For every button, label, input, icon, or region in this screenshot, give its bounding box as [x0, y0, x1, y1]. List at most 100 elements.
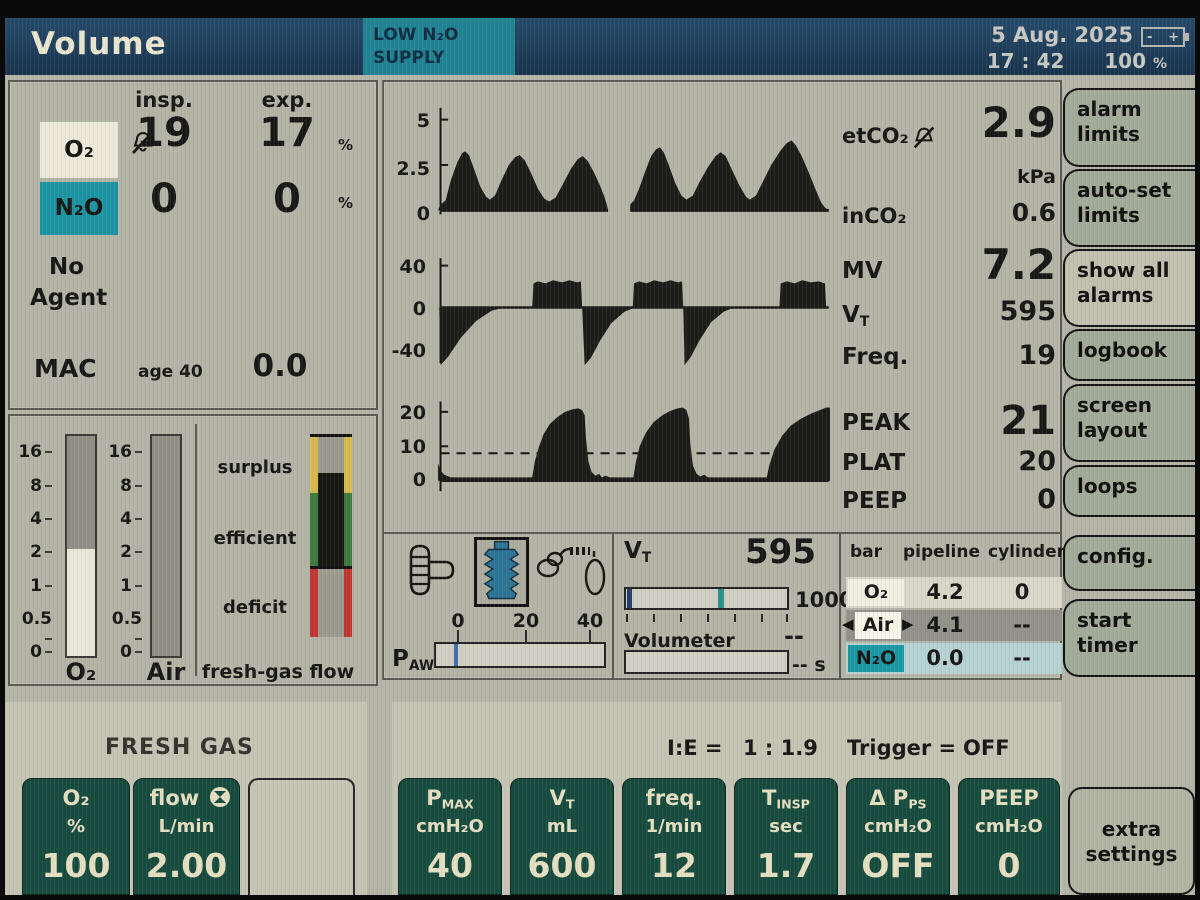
- pmax-button[interactable]: PMAX cmH₂O 40: [398, 778, 502, 895]
- paw-axis-tick: 10: [388, 436, 426, 458]
- alarm-limits-button[interactable]: alarm limits: [1063, 88, 1195, 167]
- tinsp-button[interactable]: TINSP sec 1.7: [734, 778, 838, 895]
- paw-bar-tickmark: [589, 630, 591, 642]
- manual-bag-icon: [400, 542, 462, 600]
- n2o-pipeline-value: 0.0: [910, 643, 980, 674]
- vt-bar-value: 595: [714, 532, 816, 572]
- freq-setting-button[interactable]: freq. 1/min 12: [622, 778, 726, 895]
- n2o-cylinder-value: --: [986, 643, 1058, 674]
- peep-setting-button[interactable]: PEEP cmH₂O 0: [958, 778, 1060, 895]
- air-pipeline-value: 4.1: [910, 610, 980, 641]
- fresh-gas-flow-caption: fresh-gas flow: [200, 661, 356, 683]
- vt-bar-max: 1000: [795, 588, 853, 612]
- freq-setting-label: freq.: [623, 786, 725, 810]
- screen-layout-button[interactable]: screen layout: [1063, 384, 1195, 462]
- fresh-gas-flow-value: 2.00: [134, 846, 239, 885]
- pmax-label: PMAX: [399, 786, 501, 812]
- header-bar: Volume LOW N₂O SUPPLY 5 Aug. 2025 - + 17…: [5, 18, 1195, 75]
- vent-settings-panel: I:E = 1 : 1.9 Trigger = OFF PMAX cmH₂O 4…: [392, 702, 1062, 895]
- mv-value: 7.2: [944, 240, 1056, 289]
- n2o-insp-value: 0: [122, 176, 206, 222]
- tinsp-value: 1.7: [735, 846, 837, 885]
- flow-trace: [439, 280, 826, 365]
- o2-pipeline-value: 4.2: [910, 577, 980, 608]
- n2o-gas-chip: N₂O: [40, 182, 118, 235]
- air-gauge-caption: Air: [142, 658, 190, 686]
- fresh-gas-o2-button[interactable]: O₂ % 100: [22, 778, 130, 895]
- paw-axis-tick: 0: [388, 469, 426, 491]
- pps-unit: cmH₂O: [847, 816, 949, 837]
- fresh-gas-flow-button[interactable]: flow L/min 2.00: [133, 778, 240, 895]
- gas-supply-col-pipeline: pipeline: [903, 542, 980, 562]
- battery-plus: +: [1168, 30, 1179, 45]
- flow-axis-tick: 0: [388, 298, 426, 320]
- vt-scale-tick: [653, 614, 655, 622]
- gas-supply-col-cylinder: cylinder: [988, 542, 1065, 562]
- vt-scale-tick: [734, 614, 736, 622]
- vt-bargraph-min-marker: [627, 589, 632, 608]
- trigger-value: OFF: [963, 736, 1010, 760]
- inco2-label: inCO₂: [842, 204, 907, 228]
- paw-bar-tickmark: [525, 630, 527, 642]
- exp-column-header: exp.: [246, 88, 328, 112]
- o2-gauge-tick: 0: [12, 642, 52, 662]
- surplus-zone-label: surplus: [202, 457, 308, 478]
- o2-gauge-tick: 1: [12, 576, 52, 596]
- vt-setting-button[interactable]: VT mL 600: [510, 778, 614, 895]
- air-gauge-tick: 8: [102, 476, 142, 496]
- mv-label: MV: [842, 258, 883, 284]
- paw-bar-label: PAW: [392, 646, 434, 674]
- extra-settings-button[interactable]: extra settings: [1068, 787, 1195, 895]
- vt-setting-label: VT: [511, 786, 613, 812]
- pmax-unit: cmH₂O: [399, 816, 501, 837]
- fgf-left-strip: [310, 437, 318, 637]
- config-button[interactable]: config.: [1063, 535, 1195, 591]
- pps-label: Δ PPS: [847, 786, 949, 812]
- peep-setting-label: PEEP: [959, 786, 1059, 810]
- bellows-icon: [474, 537, 529, 607]
- start-timer-button[interactable]: start timer: [1063, 599, 1195, 677]
- trigger-label: Trigger =: [847, 736, 956, 760]
- vt-monitor-value: 595: [944, 296, 1056, 327]
- battery-percent-unit: %: [1153, 56, 1167, 72]
- volumeter-value: --: [784, 622, 804, 650]
- vt-monitor-label: VT: [842, 302, 869, 330]
- battery-icon: - +: [1141, 27, 1185, 47]
- air-supply-chip[interactable]: Air: [855, 612, 901, 639]
- paw-waveform: [438, 386, 830, 498]
- o2-exp-value: 17: [246, 110, 328, 156]
- agent-status-line2: Agent: [30, 285, 107, 311]
- mac-age: age 40: [138, 362, 203, 382]
- paw-bar-tickmark: [457, 630, 459, 642]
- co2-axis-tick: 5: [392, 110, 430, 132]
- efficient-zone-label: efficient: [202, 528, 308, 549]
- paw-trace: [438, 408, 830, 481]
- alarm-message: LOW N₂O SUPPLY: [363, 18, 515, 75]
- fgf-zero-line: [310, 566, 352, 569]
- loops-button[interactable]: loops: [1063, 465, 1195, 517]
- auto-set-limits-button[interactable]: auto-set limits: [1063, 169, 1195, 247]
- paw-bar-tick: 40: [574, 610, 606, 632]
- ventilator-screen: Volume LOW N₂O SUPPLY 5 Aug. 2025 - + 17…: [5, 18, 1195, 895]
- volumeter-bargraph: [624, 650, 789, 674]
- co2-waveform: [438, 94, 830, 242]
- fgf-center-top: [318, 437, 344, 473]
- show-all-alarms-button[interactable]: show all alarms: [1063, 249, 1195, 327]
- flow-selector-icon: [209, 786, 231, 808]
- vt-setting-value: 600: [511, 846, 613, 885]
- vt-scale-tick: [707, 614, 709, 622]
- air-gauge-tick: 16: [102, 442, 142, 462]
- vt-scale-tick: [761, 614, 763, 622]
- vt-scale-tick: [786, 614, 788, 622]
- peep-setting-value: 0: [959, 846, 1059, 885]
- o2-gauge-tick: 4: [12, 509, 52, 529]
- vt-setting-unit: mL: [511, 816, 613, 837]
- empty-softkey-slot: [248, 778, 355, 895]
- o2-flow-gauge-fill: [67, 549, 95, 656]
- n2o-unit: %: [338, 194, 353, 212]
- o2-gauge-tick: 16: [12, 442, 52, 462]
- pps-button[interactable]: Δ PPS cmH₂O OFF: [846, 778, 950, 895]
- logbook-button[interactable]: logbook: [1063, 329, 1195, 381]
- volumeter-label: Volumeter: [624, 630, 735, 652]
- freq-setting-value: 12: [623, 846, 725, 885]
